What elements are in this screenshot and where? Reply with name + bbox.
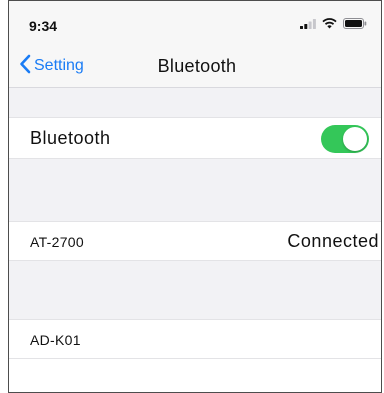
status-bar: 9:34 [9,1,381,45]
status-time: 9:34 [29,18,58,34]
device-name: AD-K01 [30,332,81,348]
bluetooth-setting-row: Bluetooth [9,117,381,159]
navigation-bar: Setting Bluetooth [9,45,381,88]
device-row-ad-k01[interactable]: AD-K01 [9,319,381,359]
wifi-icon [322,16,337,34]
phone-screen: 9:34 Setting Bluetooth Bluetooth AT-2700… [8,0,382,393]
device-row-at-2700[interactable]: AT-2700 Connected [9,221,381,261]
bluetooth-toggle[interactable] [321,125,369,153]
battery-icon [343,16,367,34]
status-icons [300,16,367,34]
bottom-area [9,359,381,392]
bluetooth-label: Bluetooth [30,128,111,148]
device-name: AT-2700 [30,234,84,250]
toggle-knob [343,127,367,151]
cellular-signal-icon [300,16,316,34]
device-status: Connected [287,231,379,251]
page-title: Bluetooth [157,56,237,76]
